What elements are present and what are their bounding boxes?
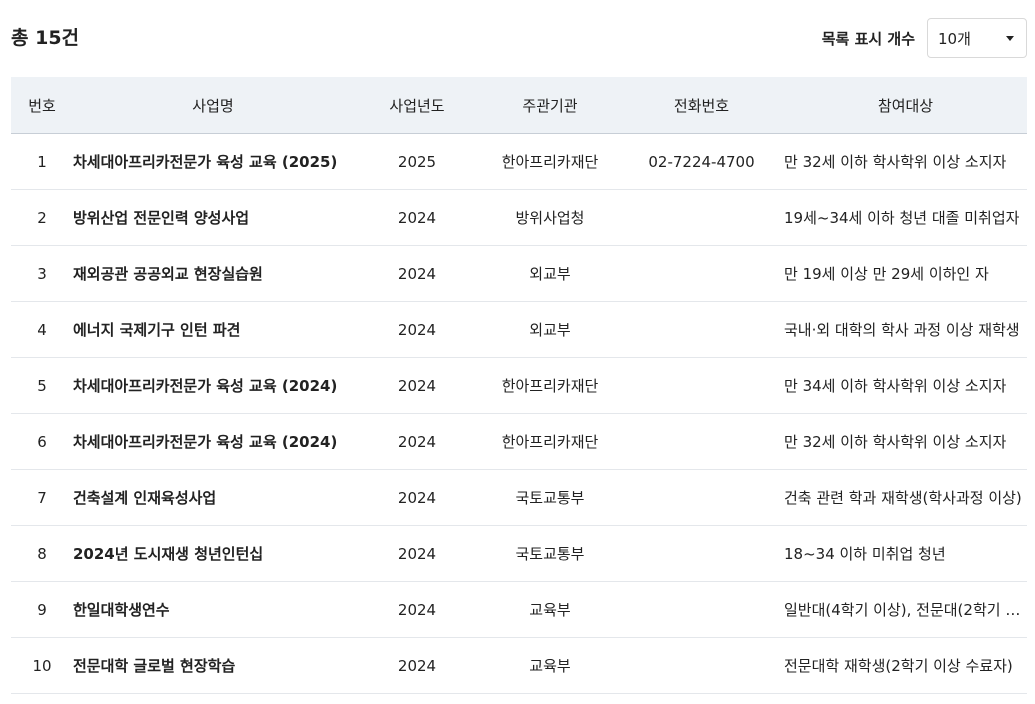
cell-phone — [619, 469, 784, 526]
cell-year: 2024 — [353, 581, 481, 638]
table-row[interactable]: 5 차세대아프리카전문가 육성 교육 (2024) 2024 한아프리카재단 만… — [11, 357, 1027, 414]
cell-org: 국토교통부 — [481, 469, 619, 526]
cell-org: 한아프리카재단 — [481, 357, 619, 414]
table-row[interactable]: 6 차세대아프리카전문가 육성 교육 (2024) 2024 한아프리카재단 만… — [11, 413, 1027, 470]
cell-phone: 02-7224-4700 — [619, 133, 784, 190]
header-org: 주관기관 — [481, 77, 619, 134]
cell-name-link[interactable]: 에너지 국제기구 인턴 파견 — [73, 301, 353, 358]
table-row[interactable]: 3 재외공관 공공외교 현장실습원 2024 외교부 만 19세 이상 만 29… — [11, 245, 1027, 302]
total-count: 총 15건 — [11, 27, 80, 49]
cell-year: 2024 — [353, 357, 481, 414]
cell-year: 2024 — [353, 189, 481, 246]
table-row[interactable]: 4 에너지 국제기구 인턴 파견 2024 외교부 국내·외 대학의 학사 과정… — [11, 301, 1027, 358]
cell-name-link[interactable]: 차세대아프리카전문가 육성 교육 (2025) — [73, 133, 353, 190]
table-row[interactable]: 8 2024년 도시재생 청년인턴십 2024 국토교통부 18~34 이하 미… — [11, 525, 1027, 582]
cell-phone — [619, 301, 784, 358]
cell-name-link[interactable]: 건축설계 인재육성사업 — [73, 469, 353, 526]
cell-year: 2024 — [353, 637, 481, 694]
cell-target: 국내·외 대학의 학사 과정 이상 재학생 — [784, 301, 1027, 358]
cell-no: 6 — [11, 413, 73, 470]
cell-target: 건축 관련 학과 재학생(학사과정 이상) — [784, 469, 1027, 526]
cell-name-link[interactable]: 한일대학생연수 — [73, 581, 353, 638]
cell-org: 방위사업청 — [481, 189, 619, 246]
cell-name-link[interactable]: 방위산업 전문인력 양성사업 — [73, 189, 353, 246]
page-size-control: 목록 표시 개수 10개 — [822, 18, 1027, 58]
cell-org: 외교부 — [481, 301, 619, 358]
table-body: 1 차세대아프리카전문가 육성 교육 (2025) 2025 한아프리카재단 0… — [11, 133, 1027, 694]
cell-phone — [619, 413, 784, 470]
cell-year: 2024 — [353, 301, 481, 358]
cell-target: 19세~34세 이하 청년 대졸 미취업자 — [784, 189, 1027, 246]
cell-target: 전문대학 재학생(2학기 이상 수료자) — [784, 637, 1027, 694]
table-row[interactable]: 9 한일대학생연수 2024 교육부 일반대(4학기 이상), 전문대(2학기 … — [11, 581, 1027, 638]
table-row[interactable]: 1 차세대아프리카전문가 육성 교육 (2025) 2025 한아프리카재단 0… — [11, 133, 1027, 190]
caret-down-icon — [1006, 35, 1014, 41]
cell-phone — [619, 525, 784, 582]
cell-name-link[interactable]: 전문대학 글로벌 현장학습 — [73, 637, 353, 694]
cell-target: 만 19세 이상 만 29세 이하인 자 — [784, 245, 1027, 302]
cell-no: 7 — [11, 469, 73, 526]
cell-phone — [619, 581, 784, 638]
cell-phone — [619, 245, 784, 302]
cell-no: 9 — [11, 581, 73, 638]
cell-year: 2024 — [353, 413, 481, 470]
header-year: 사업년도 — [353, 77, 481, 134]
cell-no: 4 — [11, 301, 73, 358]
cell-org: 외교부 — [481, 245, 619, 302]
cell-year: 2024 — [353, 469, 481, 526]
cell-org: 교육부 — [481, 581, 619, 638]
cell-name-link[interactable]: 2024년 도시재생 청년인턴십 — [73, 525, 353, 582]
cell-name-link[interactable]: 차세대아프리카전문가 육성 교육 (2024) — [73, 357, 353, 414]
cell-phone — [619, 189, 784, 246]
header-target: 참여대상 — [784, 77, 1027, 134]
header-no: 번호 — [11, 77, 73, 134]
table-row[interactable]: 10 전문대학 글로벌 현장학습 2024 교육부 전문대학 재학생(2학기 이… — [11, 637, 1027, 694]
list-toolbar: 총 15건 목록 표시 개수 10개 — [11, 18, 1027, 58]
cell-org: 한아프리카재단 — [481, 413, 619, 470]
cell-no: 1 — [11, 133, 73, 190]
cell-org: 국토교통부 — [481, 525, 619, 582]
header-name: 사업명 — [73, 77, 353, 134]
cell-no: 3 — [11, 245, 73, 302]
cell-name-link[interactable]: 재외공관 공공외교 현장실습원 — [73, 245, 353, 302]
cell-phone — [619, 637, 784, 694]
page-size-select[interactable]: 10개 — [927, 18, 1027, 58]
program-table: 번호 사업명 사업년도 주관기관 전화번호 참여대상 1 차세대아프리카전문가 … — [11, 77, 1027, 694]
cell-phone — [619, 357, 784, 414]
table-header: 번호 사업명 사업년도 주관기관 전화번호 참여대상 — [11, 77, 1027, 134]
cell-target: 만 32세 이하 학사학위 이상 소지자 — [784, 413, 1027, 470]
table-row[interactable]: 7 건축설계 인재육성사업 2024 국토교통부 건축 관련 학과 재학생(학사… — [11, 469, 1027, 526]
cell-org: 교육부 — [481, 637, 619, 694]
cell-year: 2024 — [353, 525, 481, 582]
cell-target: 일반대(4학기 이상), 전문대(2학기 이상) — [784, 581, 1027, 638]
cell-target: 만 32세 이하 학사학위 이상 소지자 — [784, 133, 1027, 190]
cell-year: 2025 — [353, 133, 481, 190]
header-phone: 전화번호 — [619, 77, 784, 134]
cell-no: 10 — [11, 637, 73, 694]
cell-target: 18~34 이하 미취업 청년 — [784, 525, 1027, 582]
cell-name-link[interactable]: 차세대아프리카전문가 육성 교육 (2024) — [73, 413, 353, 470]
page-size-label: 목록 표시 개수 — [821, 29, 915, 48]
cell-org: 한아프리카재단 — [481, 133, 619, 190]
page-size-value: 10개 — [938, 29, 971, 48]
cell-no: 2 — [11, 189, 73, 246]
cell-no: 8 — [11, 525, 73, 582]
cell-year: 2024 — [353, 245, 481, 302]
table-row[interactable]: 2 방위산업 전문인력 양성사업 2024 방위사업청 19세~34세 이하 청… — [11, 189, 1027, 246]
cell-target: 만 34세 이하 학사학위 이상 소지자 — [784, 357, 1027, 414]
cell-no: 5 — [11, 357, 73, 414]
